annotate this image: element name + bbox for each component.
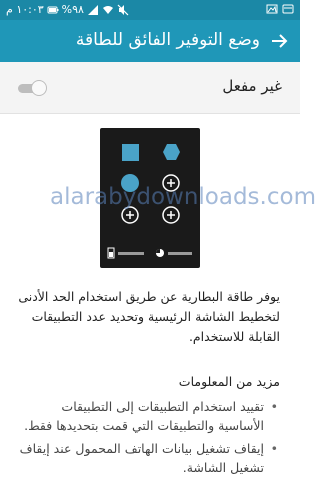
mode-description: يوفر طاقة البطارية عن طريق استخدام الحد … [18,289,280,344]
image-notification-icon [266,4,278,14]
bullet-icon: • [270,399,278,414]
more-info-heading: مزيد من المعلومات [178,374,280,389]
square-icon [122,144,139,161]
toggle-status-label: غير مفعل [222,77,282,95]
watermark-text: alarabydownloads.com [50,184,316,210]
notification-icon [282,4,294,14]
page-title: وضع التوفير الفائق للطاقة [75,30,260,50]
switch-thumb [31,80,47,96]
battery-icon [47,6,59,13]
clock-text: ١٠:٠٣ م [6,3,44,16]
status-bar-right [266,3,294,15]
usage-bar [168,252,192,255]
mute-icon [117,4,129,15]
arrow-back-icon [272,34,288,48]
list-item: • تقييد استخدام التطبيقات إلى التطبيقات … [18,397,280,435]
list-item-text: تقييد استخدام التطبيقات إلى التطبيقات ال… [24,399,264,433]
signal-icon [87,4,98,15]
hexagon-icon [163,144,180,160]
battery-percent: %٩٨ [61,3,84,16]
more-info-list: • تقييد استخدام التطبيقات إلى التطبيقات … [18,397,280,481]
list-item: • إيقاف تشغيل بيانات الهاتف المحمول عند … [18,439,280,477]
status-bar-left: ١٠:٠٣ م %٩٨ [6,3,129,16]
battery-bar [118,252,144,255]
power-saving-switch[interactable] [16,80,48,96]
list-item-text: إيقاف تشغيل بيانات الهاتف المحمول عند إي… [19,441,264,475]
bullet-icon: • [270,441,278,456]
status-bar: ١٠:٠٣ م %٩٨ [0,0,300,20]
back-button[interactable] [266,28,292,54]
app-toolbar: وضع التوفير الفائق للطاقة [0,20,300,62]
power-saving-toggle-row[interactable]: غير مفعل [0,62,300,114]
wifi-icon [102,5,113,14]
